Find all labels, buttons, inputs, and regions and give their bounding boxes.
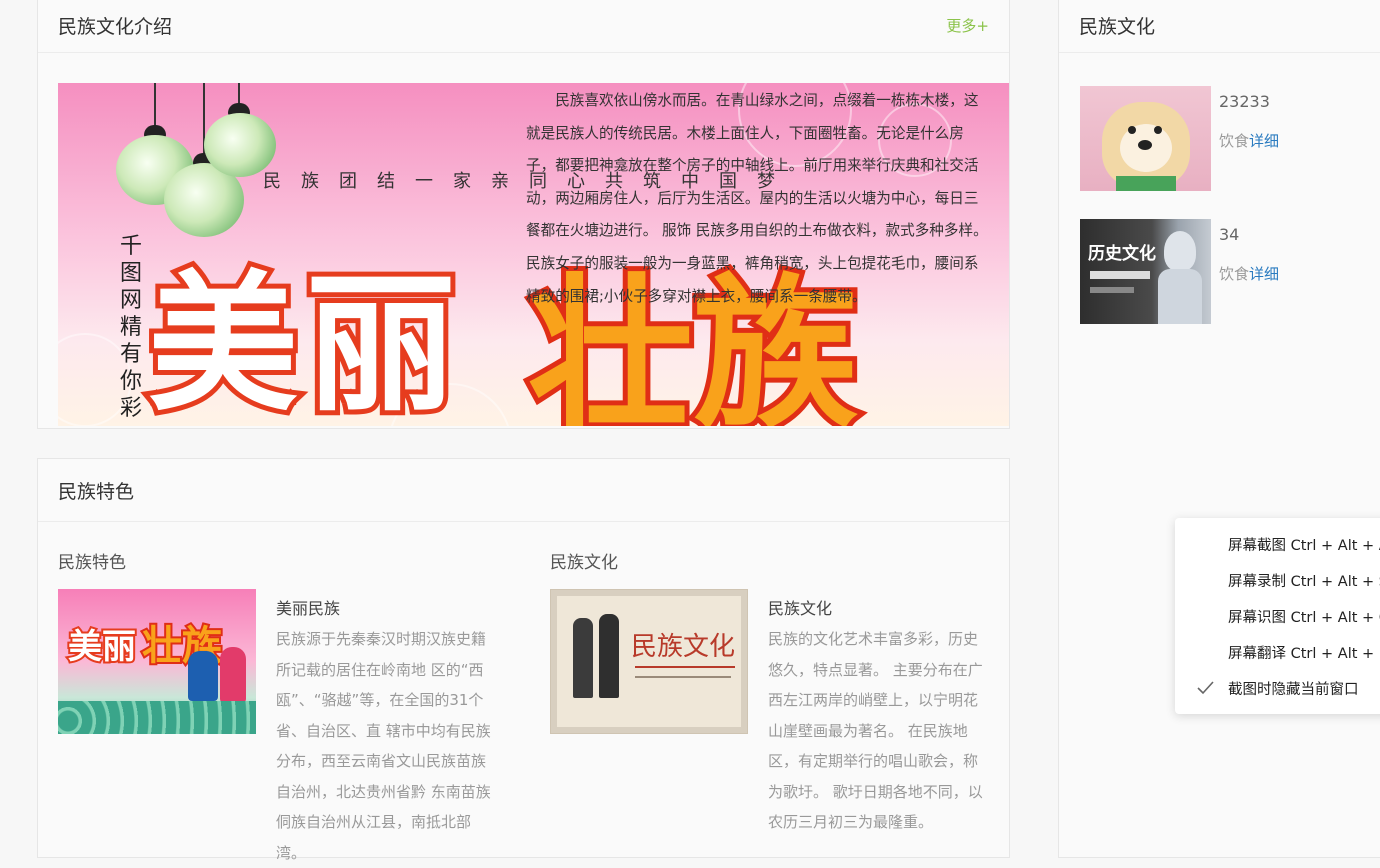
sidebar-item-category: 饮食详细: [1219, 130, 1279, 151]
intro-panel-title: 民族文化介绍: [58, 16, 173, 38]
sidebar-header: 民族文化: [1059, 0, 1380, 53]
menu-item-screen-recognize[interactable]: 屏幕识图 Ctrl + Alt + O: [1175, 598, 1380, 634]
menu-item-hide-window[interactable]: 截图时隐藏当前窗口: [1175, 670, 1380, 706]
sidebar-item-detail-link[interactable]: 详细: [1249, 132, 1279, 150]
menu-item-screen-capture[interactable]: 屏幕截图 Ctrl + Alt + A: [1175, 526, 1380, 562]
menu-item-screen-record[interactable]: 屏幕录制 Ctrl + Alt + S: [1175, 562, 1380, 598]
features-left-heading: 民族特色: [58, 553, 126, 573]
intro-banner: 民族团结一家亲同心共筑中国梦 千图网精有你彩 美丽 壮族 民族喜欢依山傍水而居。…: [58, 83, 1009, 426]
banner-big-left: 美丽: [143, 253, 465, 426]
sidebar-item-number: 34: [1219, 225, 1240, 244]
menu-item-screen-translate[interactable]: 屏幕翻译 Ctrl + Alt + F: [1175, 634, 1380, 670]
features-right-image[interactable]: 民族文化: [550, 589, 748, 734]
sidebar-item-image[interactable]: [1080, 86, 1211, 191]
sidebar-item-category: 饮食详细: [1219, 263, 1279, 284]
sidebar-item-category-label: 饮食: [1219, 265, 1250, 283]
features-left-image[interactable]: 美丽 壮族: [58, 589, 256, 734]
sidebar-item-image-text: 历史文化: [1088, 244, 1156, 264]
features-right-image-text: 民族文化: [631, 632, 736, 662]
more-link[interactable]: 更多+: [946, 15, 989, 36]
sidebar-item-number: 23233: [1219, 92, 1270, 111]
features-panel-header: 民族特色: [38, 459, 1009, 522]
sidebar-item-image[interactable]: 历史文化: [1080, 219, 1211, 324]
sidebar-item-detail-link[interactable]: 详细: [1249, 265, 1279, 283]
features-left-image-text-a: 美丽: [66, 625, 138, 669]
banner-vertical-text: 千图网精有你彩: [120, 234, 143, 421]
features-panel: 民族特色 民族特色 美丽 壮族 美丽民族 民族源于先秦秦汉时期汉族史籍所记载的居…: [37, 458, 1010, 862]
screenshot-context-menu: 屏幕截图 Ctrl + Alt + A 屏幕录制 Ctrl + Alt + S …: [1175, 518, 1380, 714]
features-right-card-desc: 民族的文化艺术丰富多彩，历史悠久，特点显著。 主要分布在广西左江两岸的峭壁上，以…: [768, 630, 983, 831]
features-panel-title: 民族特色: [58, 480, 135, 503]
intro-panel-header: 民族文化介绍 更多+: [38, 0, 1009, 53]
features-left-card-title: 美丽民族: [276, 599, 341, 618]
sidebar-panel: 民族文化 23233 饮食详细 历史文化 34 饮食详细: [1058, 0, 1380, 858]
features-right-card-title: 民族文化: [768, 599, 833, 618]
features-left-card-desc: 民族源于先秦秦汉时期汉族史籍所记载的居住在岭南地 区的“西瓯”、“骆越”等，在全…: [276, 630, 491, 862]
intro-panel: 民族文化介绍 更多+ 民族团结一家亲同心共筑中国梦 千图网精有你彩 美丽 壮族 …: [37, 0, 1010, 429]
features-right-heading: 民族文化: [550, 553, 618, 573]
sidebar-item-category-label: 饮食: [1219, 132, 1250, 150]
sidebar-title: 民族文化: [1079, 16, 1156, 38]
intro-text: 民族喜欢依山傍水而居。在青山绿水之间，点缀着一栋栋木楼，这就是民族人的传统民居。…: [526, 92, 988, 305]
checkmark-icon: [1197, 681, 1214, 695]
